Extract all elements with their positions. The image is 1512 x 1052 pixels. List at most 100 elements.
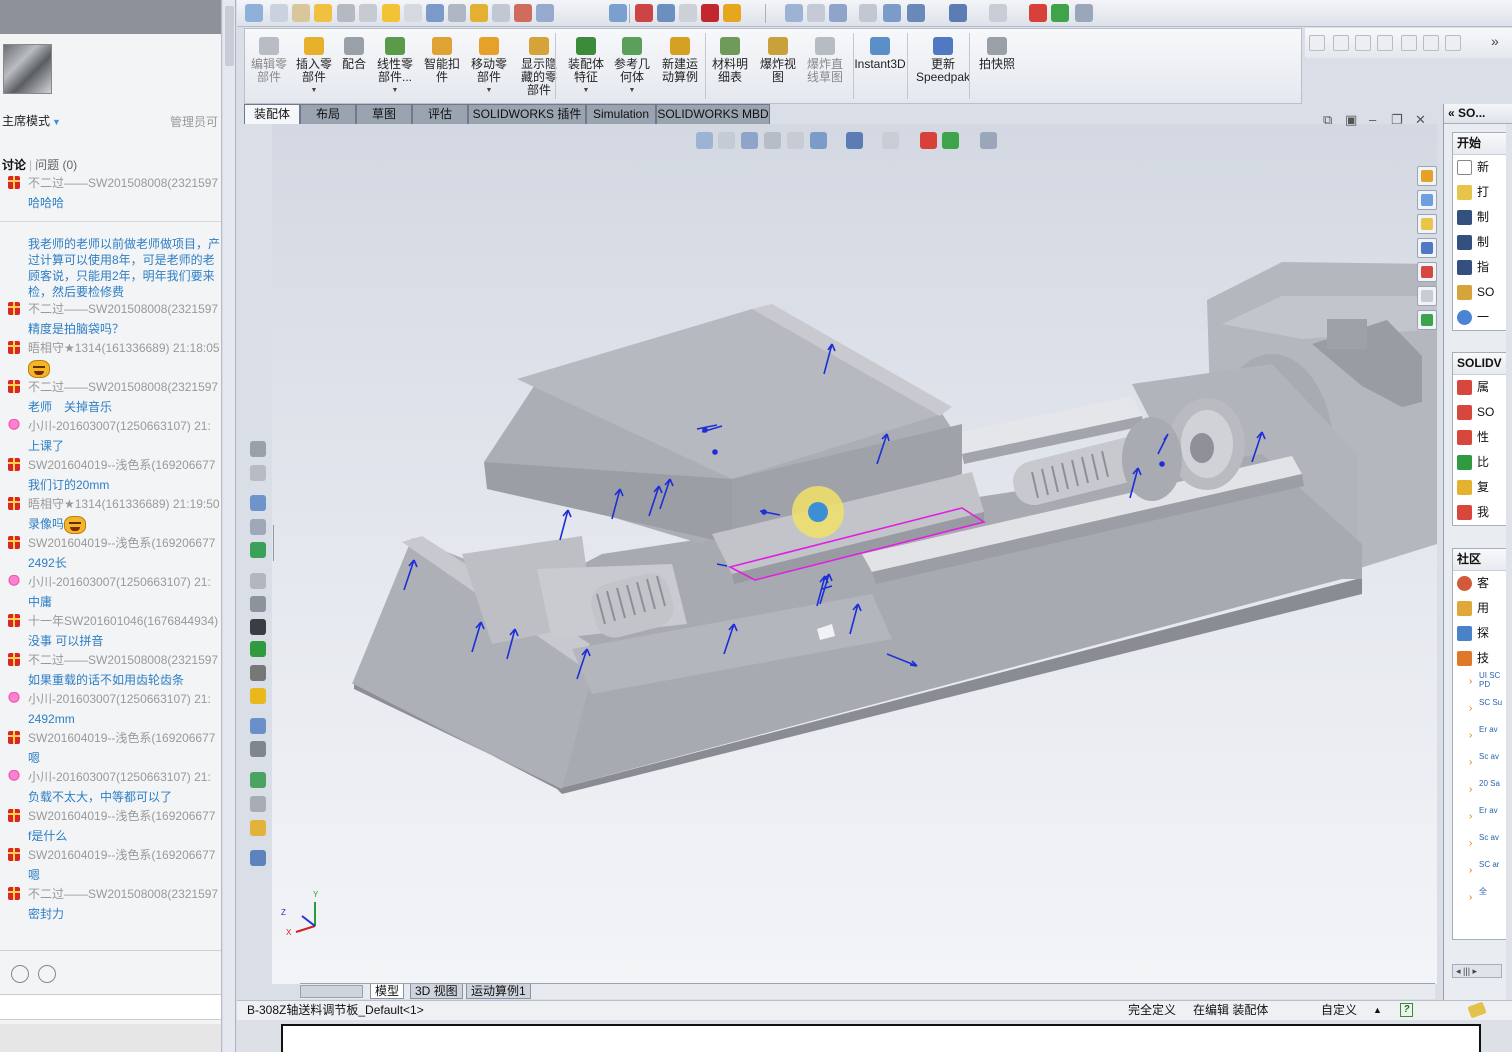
repair-icon[interactable] <box>1377 35 1393 51</box>
solidworks-header[interactable]: SOLIDV <box>1453 353 1512 375</box>
command-tab[interactable]: SOLIDWORKS 插件 <box>468 104 586 124</box>
pin-icon[interactable] <box>250 641 266 657</box>
command-tab[interactable]: Simulation <box>586 104 656 124</box>
task-pane-vertical-scrollbar[interactable] <box>1506 124 1512 1000</box>
table-icon[interactable] <box>609 4 627 22</box>
view-palette-icon[interactable] <box>1417 238 1437 258</box>
cmd-button-3[interactable]: 线性零 部件... ▼ <box>371 33 419 101</box>
folder-icon[interactable] <box>1417 214 1437 234</box>
key-icon[interactable] <box>250 441 266 457</box>
dimension-icon[interactable] <box>270 4 288 22</box>
command-tab[interactable]: SOLIDWORKS MBD <box>656 104 770 124</box>
tab-scroll-arrows[interactable] <box>300 985 363 998</box>
plus-node-icon[interactable] <box>250 688 266 704</box>
chevron-down-icon[interactable]: ▼ <box>371 84 419 97</box>
display-style-icon[interactable] <box>846 132 863 149</box>
news-item[interactable]: SC ar <box>1453 860 1512 887</box>
print-icon[interactable] <box>250 796 266 812</box>
command-tab[interactable]: 装配体 <box>244 104 300 124</box>
cmd-button-7[interactable]: 装配体 特征 ▼ <box>565 33 607 101</box>
news-item[interactable]: UI SC PD <box>1453 671 1512 698</box>
start-item[interactable]: 制 <box>1453 205 1512 230</box>
cmd-button-13[interactable]: Instant3D <box>851 33 909 101</box>
cube-icon[interactable] <box>949 4 967 22</box>
excel-icon[interactable] <box>250 772 266 788</box>
binoculars-icon[interactable] <box>250 741 266 757</box>
zoom-icon[interactable] <box>250 718 266 734</box>
previous-view-icon[interactable] <box>741 132 758 149</box>
hand-icon[interactable] <box>359 4 377 22</box>
task-pane-horizontal-scrollbar[interactable]: ◂ ||| ▸ <box>1452 964 1502 978</box>
tool-item[interactable]: SO <box>1453 400 1512 425</box>
emoji-icon[interactable] <box>11 965 29 983</box>
news-item[interactable]: SC Su <box>1453 698 1512 725</box>
help-icon[interactable]: ? <box>1400 1003 1413 1017</box>
tab-discussion[interactable]: 讨论 <box>2 158 26 172</box>
appearance-icon[interactable] <box>723 4 741 22</box>
command-tab[interactable]: 评估 <box>412 104 468 124</box>
view-orientation-icon[interactable] <box>810 132 827 149</box>
zoom-area-icon[interactable] <box>718 132 735 149</box>
sketch-icon[interactable] <box>1309 35 1325 51</box>
rebuild-icon[interactable] <box>337 4 355 22</box>
close-icon[interactable]: ✕ <box>1415 112 1426 128</box>
tool-item[interactable]: 属 <box>1453 375 1512 400</box>
model-tab[interactable]: 3D 视图 <box>410 984 463 999</box>
tool-item[interactable]: 复 <box>1453 475 1512 500</box>
instant2d-icon[interactable] <box>1445 35 1461 51</box>
start-item[interactable]: 新 <box>1453 155 1512 180</box>
start-item[interactable]: 指 <box>1453 255 1512 280</box>
flag-icon[interactable] <box>635 4 653 22</box>
community-item[interactable]: 探 <box>1453 621 1512 646</box>
graphics-area[interactable]: Y X Z <box>272 124 1437 984</box>
warning-icon[interactable] <box>470 4 488 22</box>
news-more-link[interactable]: 全 <box>1453 887 1512 914</box>
section-view-icon[interactable] <box>764 132 781 149</box>
chevron-up-icon[interactable]: ▲ <box>1373 1001 1382 1020</box>
model-tab[interactable]: 运动算例1 <box>466 984 531 999</box>
publish-icon[interactable] <box>250 820 266 836</box>
start-item[interactable]: SO <box>1453 280 1512 305</box>
restore-icon[interactable]: ❐ <box>1391 112 1403 128</box>
mode-selector[interactable]: 主席模式 ▼ <box>2 112 61 129</box>
appearances-icon[interactable] <box>1417 262 1437 282</box>
tool-item[interactable]: 性 <box>1453 425 1512 450</box>
command-tab[interactable]: 草图 <box>356 104 412 124</box>
tag-icon[interactable] <box>1467 1001 1487 1019</box>
report-icon[interactable] <box>250 850 266 866</box>
news-item[interactable]: Er av <box>1453 725 1512 752</box>
cmd-button-11[interactable]: 爆炸视图 <box>757 33 799 101</box>
cog-icon[interactable] <box>250 596 266 612</box>
hide-show-items-icon[interactable] <box>882 132 899 149</box>
hierarchy-icon[interactable] <box>250 519 266 535</box>
xpert-icon[interactable] <box>536 4 554 22</box>
chevron-down-icon[interactable]: ▼ <box>565 84 607 97</box>
view-settings-icon[interactable] <box>980 132 997 149</box>
chat-input[interactable] <box>0 994 221 1020</box>
community-item[interactable]: 技 <box>1453 646 1512 671</box>
balance-icon[interactable] <box>292 4 310 22</box>
custom-properties-icon[interactable] <box>1417 286 1437 306</box>
smart-dim-icon[interactable] <box>1333 35 1349 51</box>
strip-handle[interactable] <box>225 6 234 66</box>
zoom-fit-icon[interactable] <box>785 4 803 22</box>
realview-icon[interactable] <box>1051 4 1069 22</box>
relation-icon[interactable] <box>1355 35 1371 51</box>
checkbox-icon[interactable] <box>382 4 400 22</box>
section-view-icon[interactable] <box>859 4 877 22</box>
start-item[interactable]: 打 <box>1453 180 1512 205</box>
display-style-icon[interactable] <box>907 4 925 22</box>
check-circle-icon[interactable] <box>679 4 697 22</box>
cmd-button-15[interactable]: 拍快照 <box>977 33 1017 101</box>
cmd-button-10[interactable]: 材料明 细表 <box>709 33 751 101</box>
edit-appearance-icon[interactable] <box>920 132 937 149</box>
zoom-area-icon[interactable] <box>807 4 825 22</box>
design-library-icon[interactable] <box>1417 190 1437 210</box>
view-orient-icon[interactable] <box>883 4 901 22</box>
spelling-icon[interactable] <box>245 4 263 22</box>
assembly-model-render[interactable]: Y X Z <box>272 124 1437 984</box>
gear-icon[interactable] <box>250 573 266 589</box>
quick-snap-icon[interactable] <box>1401 35 1417 51</box>
command-tab[interactable]: 布局 <box>300 104 356 124</box>
tab-questions[interactable]: 问题 (0) <box>35 158 77 172</box>
